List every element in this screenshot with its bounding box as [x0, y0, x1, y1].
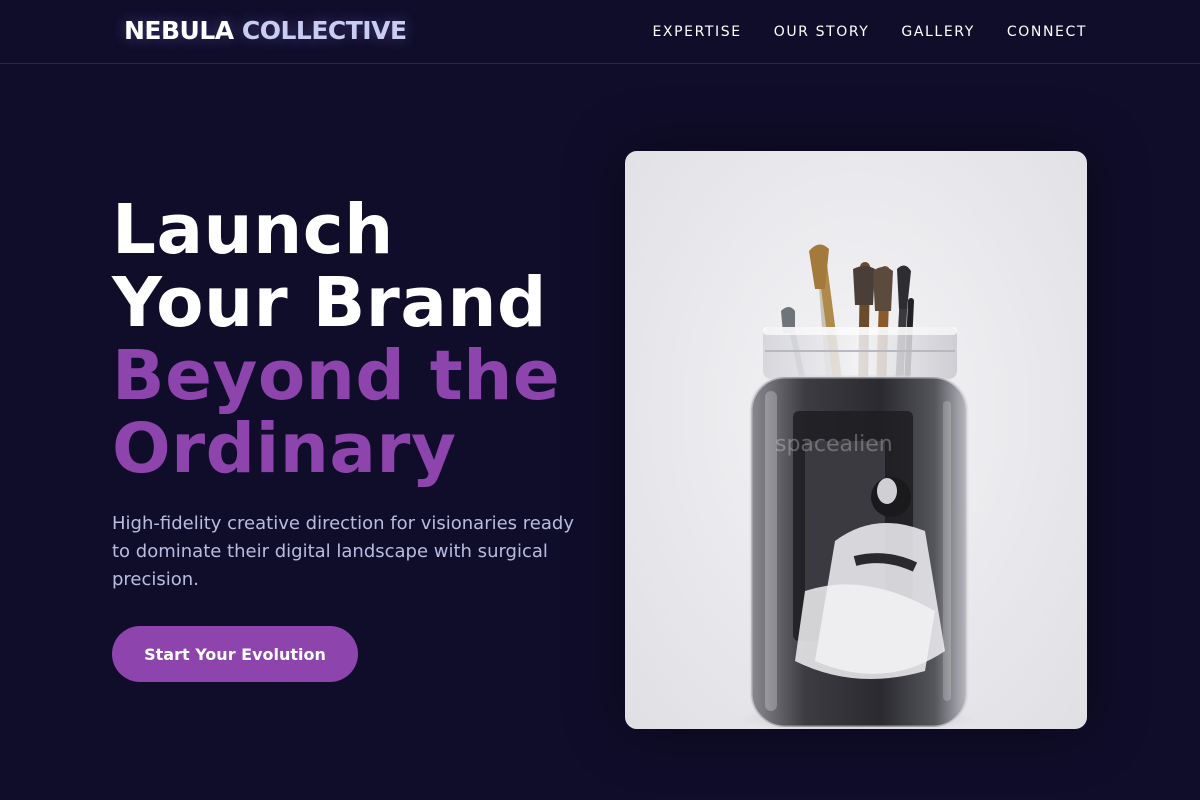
start-evolution-button[interactable]: Start Your Evolution: [112, 626, 358, 682]
nav-menu: EXPERTISE OUR STORY GALLERY CONNECT: [652, 24, 1087, 40]
logo-primary: NEBULA: [124, 16, 234, 45]
top-nav: NEBULA COLLECTIVE EXPERTISE OUR STORY GA…: [0, 0, 1200, 64]
nav-link-connect[interactable]: CONNECT: [1007, 24, 1087, 40]
headline-line-1: Launch: [112, 190, 394, 270]
nav-link-our-story[interactable]: OUR STORY: [774, 24, 870, 40]
image-watermark: spacealien: [775, 432, 893, 457]
headline-line-4: Ordinary: [112, 409, 457, 489]
hero-headline: Launch Your Brand Beyond the Ordinary: [112, 194, 560, 486]
hero-image: spacealien: [625, 151, 1087, 729]
logo-secondary: COLLECTIVE: [241, 16, 407, 45]
nav-link-gallery[interactable]: GALLERY: [901, 24, 974, 40]
logo[interactable]: NEBULA COLLECTIVE: [124, 16, 407, 45]
jar-of-brushes-photo-icon: spacealien: [737, 244, 977, 729]
headline-line-2: Your Brand: [112, 263, 547, 343]
headline-line-3: Beyond the: [112, 336, 561, 416]
nav-link-expertise[interactable]: EXPERTISE: [652, 24, 741, 40]
hero-subtitle: High-fidelity creative direction for vis…: [112, 513, 574, 590]
